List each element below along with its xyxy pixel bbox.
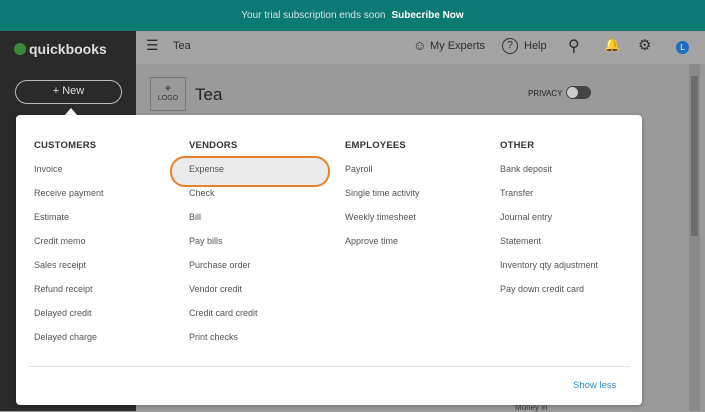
- help-link[interactable]: Help: [524, 40, 547, 52]
- search-icon[interactable]: ⚲: [568, 36, 580, 56]
- show-less-link[interactable]: Show less: [573, 380, 616, 391]
- menu-item-statement[interactable]: Statement: [500, 236, 598, 260]
- top-header: ☰ Tea ☺ My Experts ? Help ⚲ 🔔 ⚙ L: [136, 31, 705, 64]
- menu-column-other: OTHER Bank deposit Transfer Journal entry St…: [500, 140, 598, 308]
- column-heading: EMPLOYEES: [345, 140, 406, 151]
- menu-item-pay-bills[interactable]: Pay bills: [189, 236, 258, 260]
- help-icon[interactable]: ?: [502, 38, 518, 54]
- menu-item-print-checks[interactable]: Print checks: [189, 332, 258, 356]
- menu-item-weekly-timesheet[interactable]: Weekly timesheet: [345, 212, 420, 236]
- my-experts-link[interactable]: My Experts: [430, 40, 485, 52]
- hamburger-menu-icon[interactable]: ☰: [146, 37, 159, 54]
- bell-icon[interactable]: 🔔: [604, 37, 620, 53]
- menu-item-delayed-credit[interactable]: Delayed credit: [34, 308, 104, 332]
- menu-item-journal-entry[interactable]: Journal entry: [500, 212, 598, 236]
- menu-item-invoice[interactable]: Invoice: [34, 164, 104, 188]
- trial-banner: Your trial subscription ends soon Subecri…: [0, 0, 705, 31]
- privacy-toggle[interactable]: [566, 86, 591, 99]
- experts-icon: ☺: [413, 38, 427, 53]
- logo-text: quickbooks: [29, 41, 107, 57]
- privacy-label: PRIVACY: [528, 89, 563, 98]
- menu-item-bill[interactable]: Bill: [189, 212, 258, 236]
- scrollbar[interactable]: [689, 64, 700, 411]
- company-name: Tea: [173, 40, 191, 52]
- column-heading: OTHER: [500, 140, 535, 151]
- divider: [28, 366, 630, 367]
- add-logo-button[interactable]: + LOGO: [150, 77, 186, 111]
- new-button[interactable]: + New: [15, 80, 122, 104]
- qb-logo-icon: [14, 43, 26, 55]
- menu-item-check[interactable]: Check: [189, 188, 258, 212]
- company-title: Tea: [195, 85, 223, 104]
- menu-item-receive-payment[interactable]: Receive payment: [34, 188, 104, 212]
- subscribe-link[interactable]: Subecribe Now: [391, 10, 463, 21]
- menu-item-inventory-qty-adjustment[interactable]: Inventory qty adjustment: [500, 260, 598, 284]
- new-menu-panel: CUSTOMERS Invoice Receive payment Estimate C…: [16, 115, 642, 405]
- menu-item-sales-receipt[interactable]: Sales receipt: [34, 260, 104, 284]
- menu-item-payroll[interactable]: Payroll: [345, 164, 420, 188]
- menu-item-refund-receipt[interactable]: Refund receipt: [34, 284, 104, 308]
- menu-column-vendors: VENDORS Expense Check Bill Pay bills Purchase…: [189, 140, 258, 356]
- menu-item-vendor-credit[interactable]: Vendor credit: [189, 284, 258, 308]
- menu-item-transfer[interactable]: Transfer: [500, 188, 598, 212]
- menu-item-credit-memo[interactable]: Credit memo: [34, 236, 104, 260]
- menu-item-estimate[interactable]: Estimate: [34, 212, 104, 236]
- menu-column-customers: CUSTOMERS Invoice Receive payment Estimate C…: [34, 140, 104, 356]
- trial-text: Your trial subscription ends soon: [241, 10, 386, 21]
- gear-icon[interactable]: ⚙: [638, 36, 651, 54]
- menu-item-credit-card-credit[interactable]: Credit card credit: [189, 308, 258, 332]
- avatar[interactable]: L: [676, 41, 689, 54]
- menu-item-bank-deposit[interactable]: Bank deposit: [500, 164, 598, 188]
- menu-column-employees: EMPLOYEES Payroll Single time activity Week…: [345, 140, 420, 260]
- plus-icon: +: [164, 81, 172, 95]
- column-heading: CUSTOMERS: [34, 140, 97, 151]
- logo-label: LOGO: [157, 95, 179, 102]
- menu-item-purchase-order[interactable]: Purchase order: [189, 260, 258, 284]
- scrollbar-thumb[interactable]: [691, 76, 698, 236]
- menu-item-pay-down-credit-card[interactable]: Pay down credit card: [500, 284, 598, 308]
- menu-item-delayed-charge[interactable]: Delayed charge: [34, 332, 104, 356]
- quickbooks-logo[interactable]: quickbooks: [14, 41, 107, 57]
- new-label: New: [62, 85, 85, 97]
- menu-item-expense[interactable]: Expense: [189, 164, 258, 188]
- menu-item-single-time-activity[interactable]: Single time activity: [345, 188, 420, 212]
- menu-item-approve-time[interactable]: Approve time: [345, 236, 420, 260]
- column-heading: VENDORS: [189, 140, 238, 151]
